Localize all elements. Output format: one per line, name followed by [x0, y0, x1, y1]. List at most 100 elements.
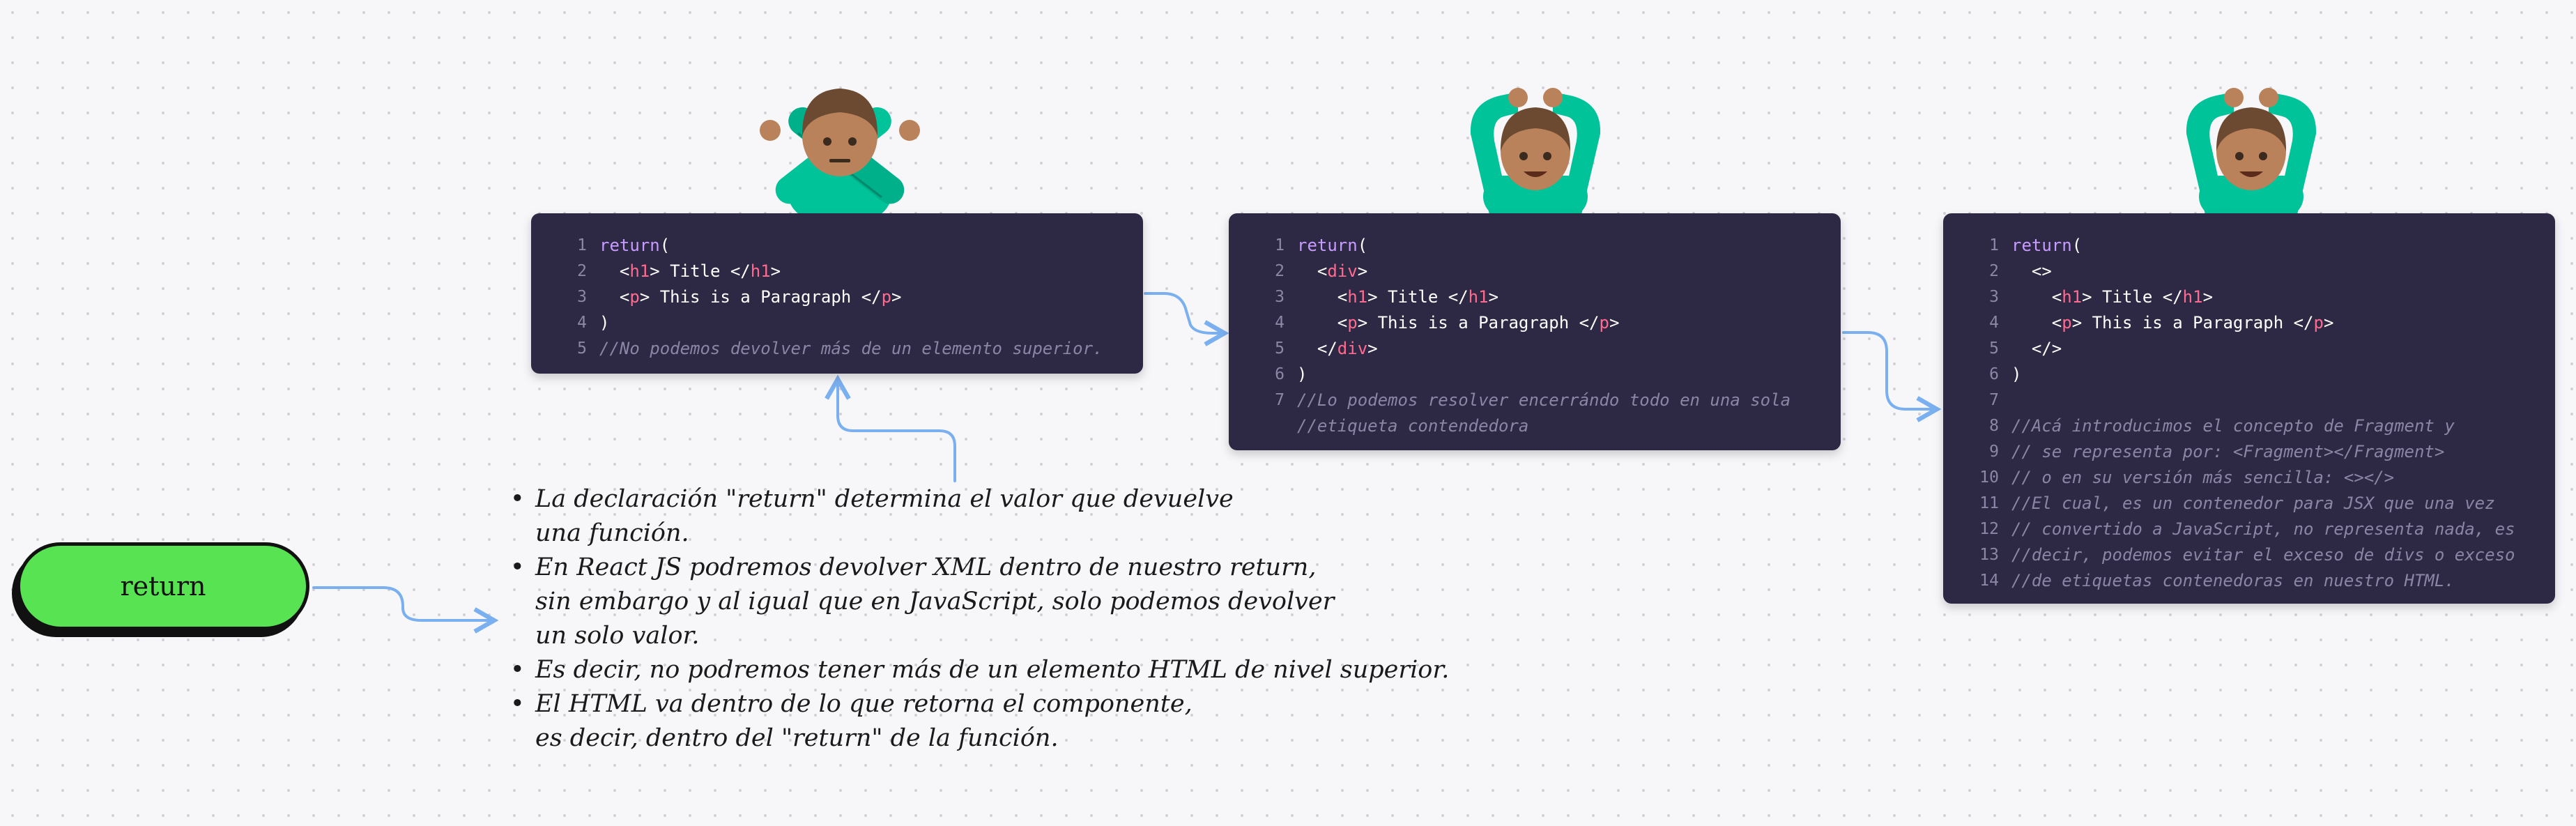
code-keyword: return	[1297, 236, 1358, 255]
line-number: 6	[1275, 365, 1285, 383]
code-line: 13 //decir, podemos evitar el exceso de d…	[1943, 542, 2555, 568]
line-number: 1	[1275, 236, 1285, 254]
code-comment: // convertido a JavaScript, no represent…	[2011, 519, 2515, 539]
code-line: 7	[1943, 388, 2555, 413]
code-comment: //No podemos devolver más de un elemento…	[599, 339, 1103, 358]
line-number: 5	[1989, 339, 1999, 358]
code-punctuation: > This is a Paragraph </	[1357, 313, 1600, 332]
code-text: return(	[2011, 233, 2082, 259]
code-tag: div	[1327, 261, 1358, 281]
line-number: 14	[1979, 572, 1999, 590]
code-punctuation: >	[2202, 287, 2214, 307]
code-punctuation: <>	[2011, 261, 2052, 281]
code-line: 5 </div>	[1229, 336, 1841, 362]
line-number: 7	[1989, 391, 1999, 409]
line-number: 5	[1275, 339, 1285, 358]
code-punctuation: <	[1297, 287, 1348, 307]
code-punctuation: <	[2011, 287, 2062, 307]
code-text: //El cual, es un contenedor para JSX que…	[2011, 491, 2495, 517]
note-item: El HTML va dentro de lo que retorna el c…	[507, 687, 1483, 756]
code-text: //etiqueta contendedora	[1297, 413, 1528, 439]
person-gesturing-ok-icon	[2186, 88, 2317, 216]
code-comment: //etiqueta contendedora	[1297, 416, 1529, 436]
code-punctuation: <	[1297, 261, 1328, 281]
code-text: return(	[1297, 233, 1367, 259]
line-number: 2	[577, 262, 587, 280]
code-tag: p	[629, 287, 640, 307]
code-punctuation: <	[599, 261, 630, 281]
notes-list: La declaración "return" determina el val…	[507, 482, 1483, 756]
code-keyword: return	[2011, 236, 2072, 255]
code-line: 3 <p> This is a Paragraph </p>	[531, 284, 1143, 310]
code-text: )	[599, 310, 609, 336]
code-punctuation: > Title </	[1367, 287, 1469, 307]
code-line: 8 //Acá introducimos el concepto de Fragm…	[1943, 413, 2555, 439]
code-punctuation: )	[599, 313, 610, 332]
code-punctuation: > This is a Paragraph </	[639, 287, 882, 307]
code-text: <h1> Title </h1>	[2011, 284, 2213, 310]
code-tag: p	[1347, 313, 1358, 332]
note-line: una función.	[535, 519, 689, 547]
code-punctuation: </	[1297, 339, 1337, 358]
return-node: return	[17, 542, 309, 630]
line-number: 8	[1989, 417, 1999, 435]
code-keyword: return	[599, 236, 660, 255]
code-line: 3 <h1> Title </h1>	[1943, 284, 2555, 310]
line-number: 3	[1275, 288, 1285, 306]
code-line: 2 <>	[1943, 259, 2555, 284]
code-comment: //Acá introducimos el concepto de Fragme…	[2011, 416, 2455, 436]
line-number: 1	[1989, 236, 1999, 254]
arrow-pill-to-notes	[312, 586, 499, 634]
code-line: 1 return(	[531, 233, 1143, 259]
code-text: <p> This is a Paragraph </p>	[1297, 310, 1620, 336]
code-line: 6)	[1229, 362, 1841, 388]
code-line: 1 return(	[1943, 233, 2555, 259]
code-tag: p	[2062, 313, 2072, 332]
code-punctuation: >	[1367, 339, 1378, 358]
note-item: La declaración "return" determina el val…	[507, 482, 1483, 551]
code-text: // o en su versión más sencilla: <></>	[2011, 465, 2394, 491]
code-tag: p	[1599, 313, 1609, 332]
code-block-div-wrapper: 1 return(2 <div> 3 <h1> Title </h1> 4 <p> T…	[1229, 213, 1841, 450]
code-tag: h1	[2062, 287, 2083, 307]
code-punctuation: </>	[2011, 339, 2062, 358]
arrow-notes-to-block-1	[825, 374, 956, 482]
code-tag: h1	[629, 261, 650, 281]
code-punctuation: >	[1488, 287, 1499, 307]
note-line: En React JS podremos devolver XML dentro…	[535, 553, 1317, 581]
code-line: 5 //No podemos devolver más de un element…	[531, 336, 1143, 362]
code-text: )	[2011, 362, 2021, 388]
line-number: 11	[1979, 494, 1999, 512]
code-line: 14 //de etiquetas contenedoras en nuestro…	[1943, 568, 2555, 594]
code-punctuation: )	[2011, 365, 2022, 384]
line-number: 13	[1979, 546, 1999, 564]
line-number: 1	[577, 236, 587, 254]
code-comment: //Lo podemos resolver encerrándo todo en…	[1297, 390, 1791, 410]
code-line: 3 <h1> Title </h1>	[1229, 284, 1841, 310]
person-gesturing-ok-icon	[1470, 88, 1601, 216]
line-number: 4	[1275, 314, 1285, 332]
code-line: 4 <p> This is a Paragraph </p>	[1943, 310, 2555, 336]
line-number: 9	[1989, 443, 1999, 461]
line-number: 2	[1989, 262, 1999, 280]
code-text: //No podemos devolver más de un elemento…	[599, 336, 1103, 362]
line-number: 4	[1989, 314, 1999, 332]
code-punctuation: >	[770, 261, 781, 281]
code-tag: h1	[750, 261, 771, 281]
code-line: 7 //Lo podemos resolver encerrándo todo e…	[1229, 388, 1841, 413]
code-punctuation: > Title </	[650, 261, 751, 281]
arrow-block-2-to-block-3	[1842, 331, 1942, 422]
code-punctuation: )	[1297, 365, 1308, 384]
code-line: 2 <h1> Title </h1>	[531, 259, 1143, 284]
code-block-fragment: 1 return(2 <> 3 <h1> Title </h1> 4 <p> This…	[1943, 213, 2555, 604]
code-comment: // o en su versión más sencilla: <></>	[2011, 468, 2395, 487]
code-tag: p	[2313, 313, 2324, 332]
line-number: 3	[1989, 288, 1999, 306]
code-comment: //decir, podemos evitar el exceso de div…	[2011, 545, 2515, 565]
code-line: 4 <p> This is a Paragraph </p>	[1229, 310, 1841, 336]
line-number: 2	[1275, 262, 1285, 280]
line-number: 12	[1979, 520, 1999, 538]
code-punctuation: (	[2071, 236, 2083, 255]
code-line: 10 // o en su versión más sencilla: <></>	[1943, 465, 2555, 491]
code-punctuation: <	[599, 287, 630, 307]
